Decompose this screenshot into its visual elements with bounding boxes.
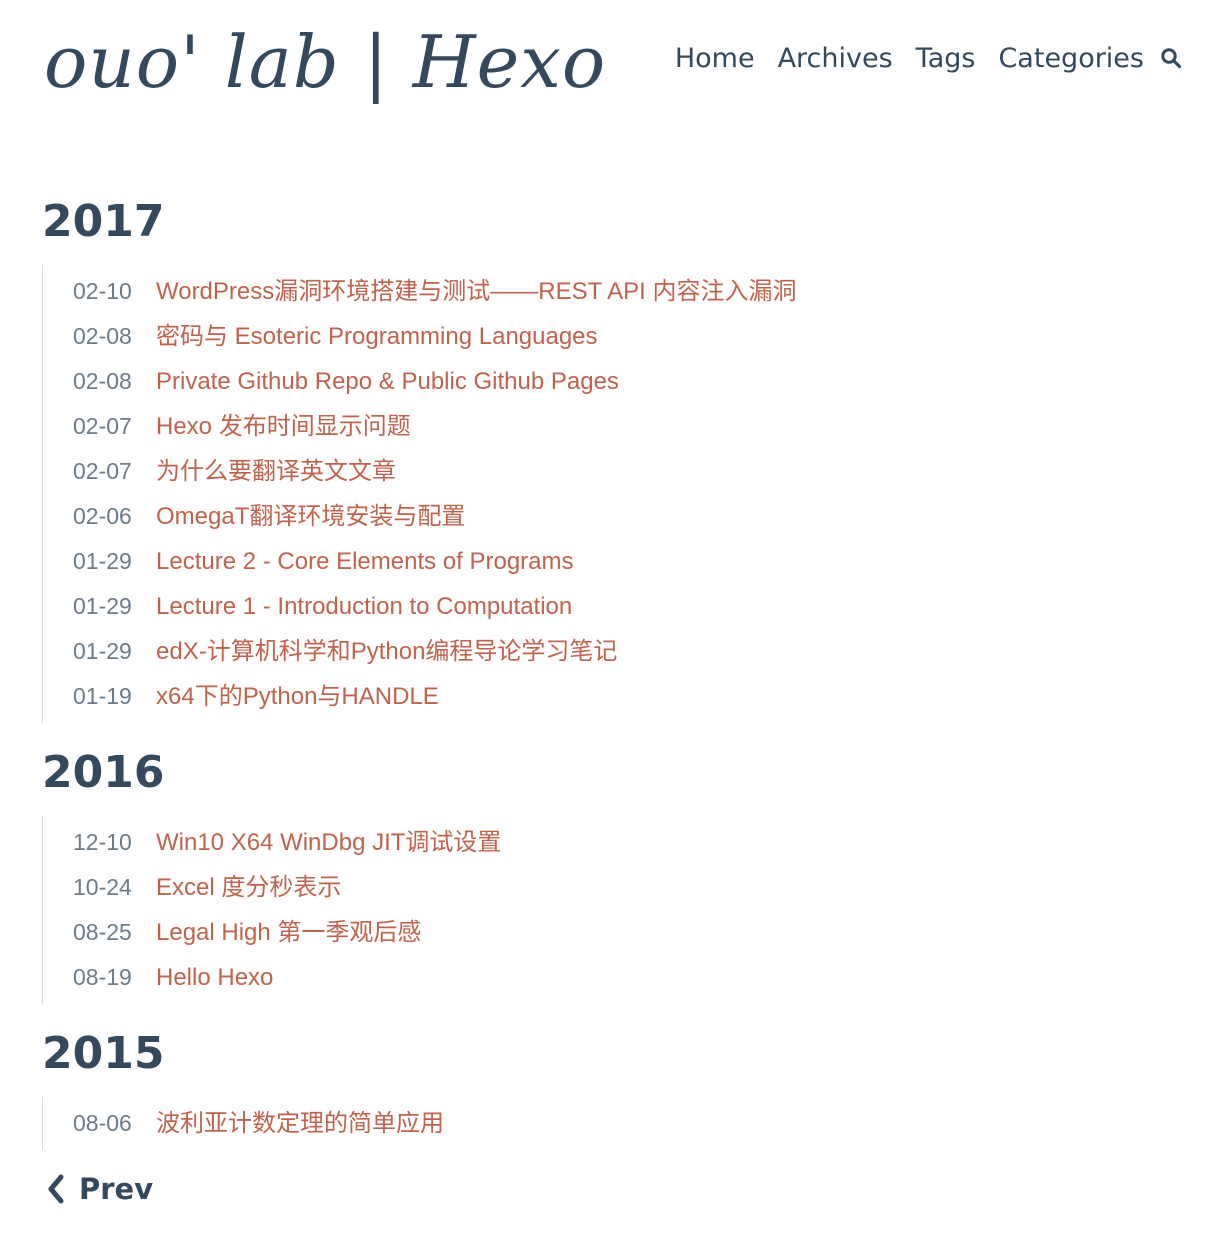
post-link[interactable]: 密码与 Esoteric Programming Languages: [156, 314, 598, 359]
year-heading: 2016: [42, 747, 165, 798]
post-link[interactable]: edX-计算机科学和Python编程导论学习笔记: [156, 629, 617, 674]
post-link[interactable]: Lecture 1 - Introduction to Computation: [156, 584, 572, 629]
nav-tags[interactable]: Tags: [916, 43, 976, 74]
site-header: ouo' lab | Hexo Home Archives Tags Categ…: [0, 0, 1218, 120]
year-section: 2016 12-10 Win10 X64 WinDbg JIT调试设置 10-24…: [42, 741, 1182, 1004]
list-item: 12-10 Win10 X64 WinDbg JIT调试设置: [73, 820, 1182, 865]
post-date: 01-29: [73, 593, 132, 619]
list-item: 01-29 Lecture 1 - Introduction to Computa…: [73, 584, 1182, 629]
list-item: 02-07 为什么要翻译英文文章: [73, 449, 1182, 494]
post-date: 12-10: [73, 829, 132, 855]
post-link[interactable]: Hello Hexo: [156, 955, 273, 1000]
post-date: 02-08: [73, 368, 132, 394]
nav-archives[interactable]: Archives: [778, 43, 893, 74]
post-list: 02-10 WordPress漏洞环境搭建与测试——REST API 内容注入漏洞…: [42, 265, 1182, 723]
list-item: 08-06 波利亚计数定理的简单应用: [73, 1101, 1182, 1146]
list-item: 01-29 Lecture 2 - Core Elements of Progra…: [73, 539, 1182, 584]
post-date: 08-19: [73, 964, 132, 990]
post-date: 01-29: [73, 548, 132, 574]
post-link[interactable]: Private Github Repo & Public Github Page…: [156, 359, 619, 404]
post-date: 02-06: [73, 503, 132, 529]
post-link[interactable]: x64下的Python与HANDLE: [156, 674, 439, 719]
post-list: 08-06 波利亚计数定理的简单应用: [42, 1097, 1182, 1150]
list-item: 02-08 密码与 Esoteric Programming Languages: [73, 314, 1182, 359]
year-heading: 2017: [42, 196, 165, 247]
post-link[interactable]: 波利亚计数定理的简单应用: [156, 1101, 444, 1146]
list-item: 02-08 Private Github Repo & Public Github…: [73, 359, 1182, 404]
list-item: 01-29 edX-计算机科学和Python编程导论学习笔记: [73, 629, 1182, 674]
post-link[interactable]: Win10 X64 WinDbg JIT调试设置: [156, 820, 501, 865]
nav-home[interactable]: Home: [675, 43, 755, 74]
post-link[interactable]: Legal High 第一季观后感: [156, 910, 421, 955]
post-date: 08-25: [73, 919, 132, 945]
post-link[interactable]: OmegaT翻译环境安装与配置: [156, 494, 465, 539]
post-link[interactable]: WordPress漏洞环境搭建与测试——REST API 内容注入漏洞: [156, 269, 797, 314]
chevron-left-icon: [48, 1174, 64, 1204]
list-item: 02-07 Hexo 发布时间显示问题: [73, 404, 1182, 449]
post-list: 12-10 Win10 X64 WinDbg JIT调试设置 10-24 Excel…: [42, 816, 1182, 1004]
post-date: 10-24: [73, 874, 132, 900]
post-date: 02-08: [73, 323, 132, 349]
list-item: 10-24 Excel 度分秒表示: [73, 865, 1182, 910]
post-link[interactable]: 为什么要翻译英文文章: [156, 449, 396, 494]
post-date: 02-07: [73, 458, 132, 484]
post-link[interactable]: Lecture 2 - Core Elements of Programs: [156, 539, 574, 584]
main-nav: Home Archives Tags Categories: [675, 38, 1182, 78]
prev-label: Prev: [79, 1172, 154, 1206]
year-section: 2015 08-06 波利亚计数定理的简单应用: [42, 1022, 1182, 1150]
list-item: 08-25 Legal High 第一季观后感: [73, 910, 1182, 955]
post-date: 02-07: [73, 413, 132, 439]
post-date: 01-29: [73, 638, 132, 664]
list-item: 02-10 WordPress漏洞环境搭建与测试——REST API 内容注入漏洞: [73, 269, 1182, 314]
search-icon[interactable]: [1160, 47, 1182, 69]
post-date: 01-19: [73, 683, 132, 709]
archive-list: 2017 02-10 WordPress漏洞环境搭建与测试——REST API 内…: [42, 190, 1182, 1168]
list-item: 01-19 x64下的Python与HANDLE: [73, 674, 1182, 719]
prev-page-button[interactable]: Prev: [46, 1172, 153, 1206]
list-item: 02-06 OmegaT翻译环境安装与配置: [73, 494, 1182, 539]
year-section: 2017 02-10 WordPress漏洞环境搭建与测试——REST API 内…: [42, 190, 1182, 723]
year-heading: 2015: [42, 1028, 165, 1079]
list-item: 08-19 Hello Hexo: [73, 955, 1182, 1000]
post-link[interactable]: Excel 度分秒表示: [156, 865, 341, 910]
post-date: 08-06: [73, 1110, 132, 1136]
post-link[interactable]: Hexo 发布时间显示问题: [156, 404, 411, 449]
nav-categories[interactable]: Categories: [998, 43, 1144, 74]
post-date: 02-10: [73, 278, 132, 304]
site-logo[interactable]: ouo' lab | Hexo: [44, 14, 606, 110]
